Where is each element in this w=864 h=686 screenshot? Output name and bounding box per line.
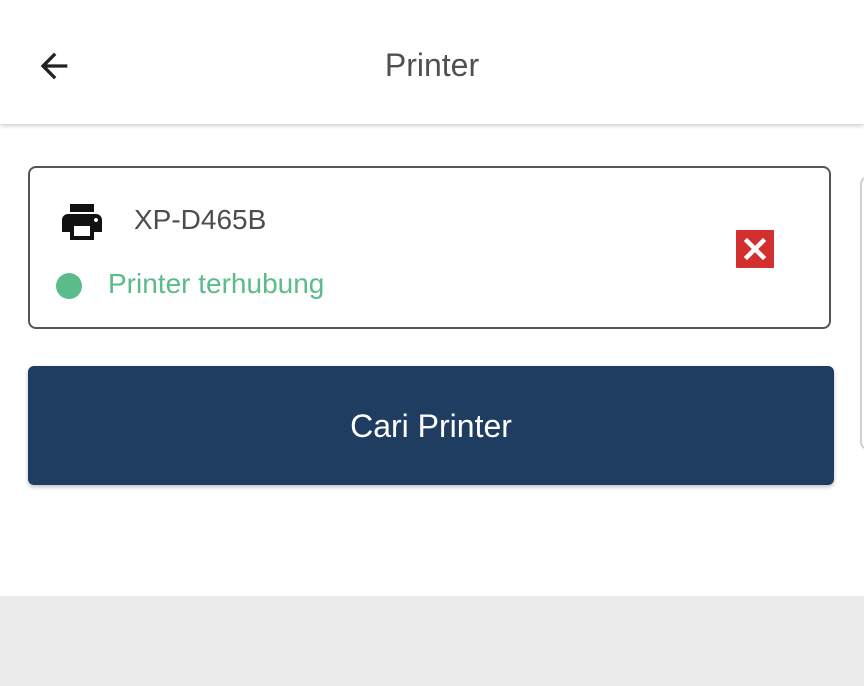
side-panel-edge bbox=[860, 176, 864, 450]
printer-name: XP-D465B bbox=[134, 204, 267, 235]
connection-status-text: Printer terhubung bbox=[108, 268, 325, 299]
search-printer-button[interactable]: Cari Printer bbox=[28, 366, 834, 485]
app-bar: Printer bbox=[0, 0, 864, 124]
remove-printer-button[interactable] bbox=[736, 230, 774, 268]
printer-card: XP-D465B Printer terhubung bbox=[28, 166, 831, 329]
close-box-icon bbox=[736, 230, 774, 268]
page-title: Printer bbox=[384, 47, 480, 83]
bottom-panel bbox=[0, 596, 864, 686]
printer-settings-screen: Printer XP-D465B Printer terhubung Cari … bbox=[0, 0, 864, 686]
connection-status-dot bbox=[56, 273, 82, 299]
printer-icon bbox=[62, 204, 102, 240]
